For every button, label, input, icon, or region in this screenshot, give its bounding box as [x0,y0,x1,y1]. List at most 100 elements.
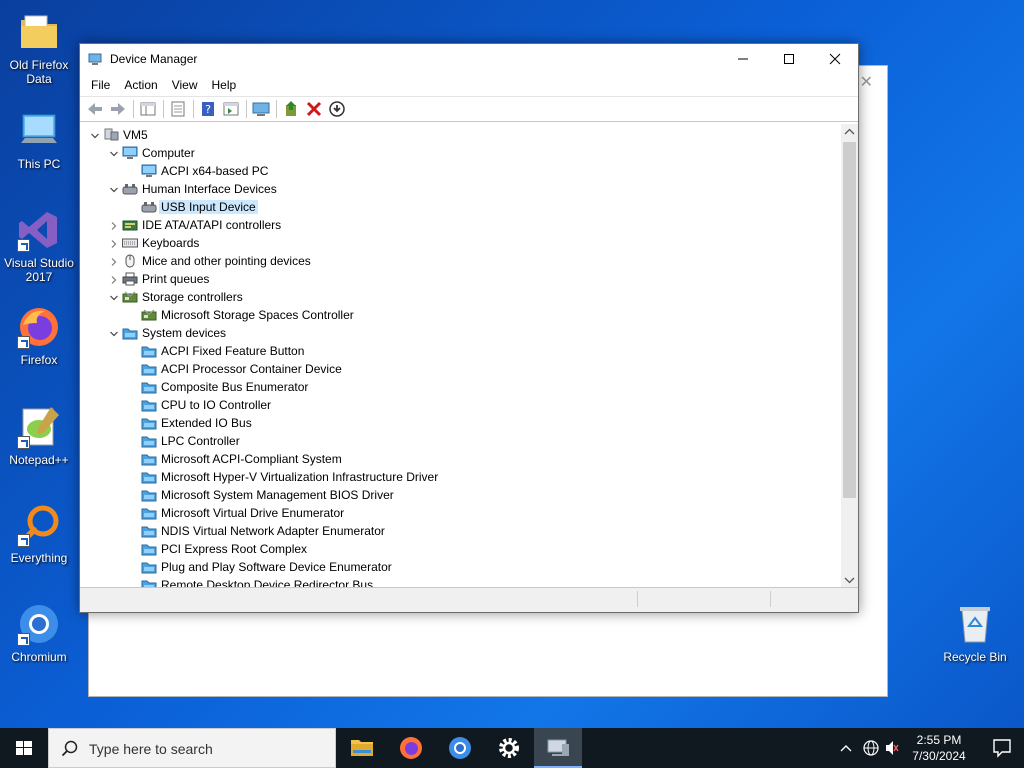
shortcut-arrow-icon [17,534,30,547]
search-magnifier-icon [17,503,61,547]
start-button[interactable] [0,728,48,768]
tree-row-label: NDIS Virtual Network Adapter Enumerator [161,524,385,538]
desktop-icon-firefox[interactable]: Firefox [1,305,77,367]
action-pane-button[interactable] [220,99,242,119]
tree-row[interactable]: Microsoft System Management BIOS Driver [80,486,840,504]
tree-row-label: IDE ATA/ATAPI controllers [142,218,282,232]
taskbar-file-explorer[interactable] [338,728,386,768]
tree-row[interactable]: Keyboards [80,234,840,252]
system-tray [836,728,900,768]
tree-row[interactable]: Storage controllers [80,288,840,306]
desktop-icon-visual-studio-2017[interactable]: Visual Studio 2017 [1,208,77,284]
tree-row[interactable]: LPC Controller [80,432,840,450]
computer-root-icon [103,128,119,142]
tree-row[interactable]: System devices [80,324,840,342]
device-tree: VM5 Computer ACPI x64-based PC Human Interf… [80,126,840,587]
tree-row[interactable]: ACPI x64-based PC [80,162,840,180]
title-bar[interactable]: Device Manager [80,44,858,74]
collapse-toggle[interactable] [109,184,119,194]
tree-row[interactable]: Microsoft Hyper-V Virtualization Infrast… [80,468,840,486]
desktop-icon-recycle-bin[interactable]: Recycle Bin [937,602,1013,664]
tree-row[interactable]: PCI Express Root Complex [80,540,840,558]
tree-row[interactable]: Human Interface Devices [80,180,840,198]
tree-row[interactable]: Microsoft ACPI-Compliant System [80,450,840,468]
tree-row-label: Extended IO Bus [161,416,252,430]
collapse-toggle[interactable] [90,130,100,140]
menu-view[interactable]: View [165,74,205,96]
tree-row[interactable]: ACPI Fixed Feature Button [80,342,840,360]
scrollbar-thumb[interactable] [843,142,856,498]
system-device-icon [141,560,157,574]
properties-button[interactable] [167,99,189,119]
expand-toggle[interactable] [109,220,119,230]
tree-row[interactable]: Computer [80,144,840,162]
tree-row-label: Microsoft Virtual Drive Enumerator [161,506,345,520]
taskbar-firefox[interactable] [387,728,435,768]
forward-button[interactable] [107,99,129,119]
tree-row[interactable]: Microsoft Storage Spaces Controller [80,306,840,324]
desktop-icon-chromium[interactable]: Chromium [1,602,77,664]
expand-toggle[interactable] [109,238,119,248]
desktop-icon-label: Notepad++ [9,453,69,467]
close-button[interactable] [812,44,858,74]
tree-row[interactable]: Composite Bus Enumerator [80,378,840,396]
close-icon[interactable]: ✕ [860,72,873,92]
disable-device-button[interactable] [326,99,348,119]
tree-row[interactable]: Extended IO Bus [80,414,840,432]
desktop-icon-everything[interactable]: Everything [1,503,77,565]
tree-row[interactable]: NDIS Virtual Network Adapter Enumerator [80,522,840,540]
desktop-icon-label: Recycle Bin [943,650,1007,664]
tree-row[interactable]: Plug and Play Software Device Enumerator [80,558,840,576]
back-button[interactable] [84,99,106,119]
tree-row[interactable]: Mice and other pointing devices [80,252,840,270]
menu-help[interactable]: Help [205,74,244,96]
uninstall-device-button[interactable] [303,99,325,119]
toolbar-separator [133,100,134,118]
expand-toggle[interactable] [109,274,119,284]
scroll-up-button[interactable] [841,124,858,141]
collapse-toggle[interactable] [109,292,119,302]
taskbar-clock[interactable]: 2:55 PM 7/30/2024 [900,732,978,764]
expand-toggle[interactable] [109,256,119,266]
desktop-icon-notepad-plus-plus[interactable]: Notepad++ [1,405,77,467]
update-driver-icon [286,101,296,116]
tree-row-label: ACPI Fixed Feature Button [161,344,305,358]
collapse-toggle[interactable] [109,328,119,338]
chevron-down-icon [110,331,118,337]
help-button[interactable]: ? [197,99,219,119]
scroll-down-button[interactable] [841,571,858,587]
chevron-right-icon [111,276,117,284]
desktop-icon-old-firefox-data[interactable]: Old Firefox Data [1,10,77,86]
system-device-icon [141,452,157,466]
firefox-icon [400,737,422,759]
taskbar-device-manager[interactable] [534,728,582,768]
tree-row[interactable]: Remote Desktop Device Redirector Bus [80,576,840,587]
tree-row[interactable]: USB Input Device [80,198,840,216]
scan-hardware-changes-button[interactable] [250,99,272,119]
tree-row[interactable]: IDE ATA/ATAPI controllers [80,216,840,234]
taskbar-settings[interactable] [485,728,533,768]
tree-row[interactable]: ACPI Processor Container Device [80,360,840,378]
show-hide-console-tree-button[interactable] [137,99,159,119]
collapse-toggle[interactable] [109,148,119,158]
taskbar-search-box[interactable]: Type here to search [48,728,336,768]
device-tree-pane[interactable]: VM5 Computer ACPI x64-based PC Human Interf… [80,124,858,588]
minimize-button[interactable] [720,44,766,74]
tree-row-label: ACPI Processor Container Device [161,362,342,376]
taskbar-chromium[interactable] [436,728,484,768]
notification-center-button[interactable] [980,728,1024,768]
monitor-icon [122,146,138,160]
tree-row[interactable]: VM5 [80,126,840,144]
maximize-button[interactable] [766,44,812,74]
tree-row[interactable]: Microsoft Virtual Drive Enumerator [80,504,840,522]
scan-hardware-icon [252,102,270,116]
menu-action[interactable]: Action [117,74,164,96]
vertical-scrollbar[interactable] [841,124,858,587]
update-driver-button[interactable] [280,99,302,119]
desktop-icon-this-pc[interactable]: This PC [1,109,77,171]
menu-file[interactable]: File [84,74,117,96]
device-manager-icon [547,739,569,756]
tree-row[interactable]: CPU to IO Controller [80,396,840,414]
toolbar-separator [163,100,164,118]
tree-row[interactable]: Print queues [80,270,840,288]
